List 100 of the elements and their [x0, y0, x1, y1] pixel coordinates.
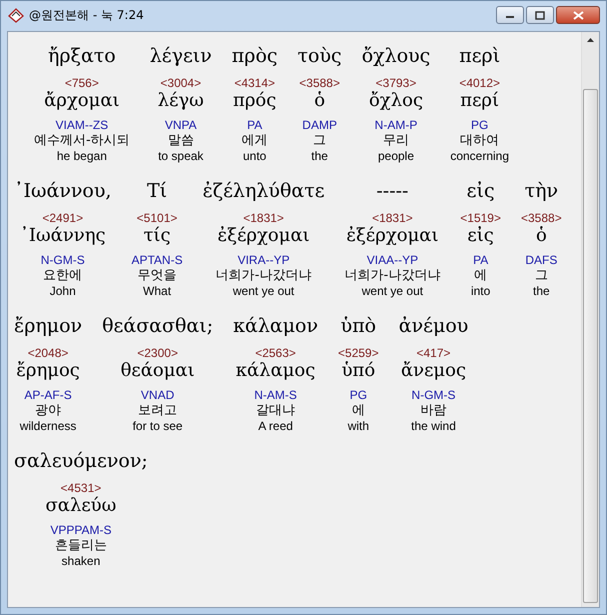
- greek-word: ἔρημον: [14, 314, 82, 339]
- parsing-code: VNAD: [140, 388, 174, 402]
- greek-word: περὶ: [459, 44, 500, 69]
- strong-number: <4012>: [459, 76, 500, 90]
- greek-word: Τί: [146, 179, 168, 204]
- korean-gloss: 너희가-나갔더냐: [344, 267, 440, 284]
- english-gloss: concerning: [450, 149, 510, 163]
- greek-word: ἤρξατο: [48, 44, 116, 69]
- strong-number: <5101>: [136, 211, 178, 225]
- greek-word: ἐζέληλύθατε: [202, 179, 325, 204]
- close-button[interactable]: [556, 6, 600, 24]
- greek-word: κάλαμον: [233, 314, 318, 339]
- strong-number: <4531>: [60, 481, 102, 495]
- lemma: θεάομαι: [120, 360, 195, 382]
- maximize-icon: [535, 10, 545, 20]
- close-icon: [572, 10, 584, 20]
- parsing-code: VIRA--YP: [238, 253, 290, 267]
- lemma: εἰς: [467, 225, 494, 247]
- lemma: περί: [460, 90, 500, 112]
- korean-gloss: 에: [474, 267, 488, 284]
- strong-number: <1831>: [372, 211, 413, 225]
- parsing-code: N-GM-S: [412, 388, 456, 402]
- greek-word: τοὺς: [298, 44, 342, 69]
- korean-gloss: 광야: [35, 402, 62, 419]
- greek-word: ἀνέμου: [398, 314, 468, 339]
- english-gloss: shaken: [62, 554, 100, 568]
- english-gloss: What: [143, 284, 172, 298]
- parsing-code: PA: [473, 253, 488, 267]
- strong-number: <756>: [64, 76, 99, 90]
- lemma: ᾽Ιωάννης: [20, 225, 106, 247]
- lemma: ὄχλος: [368, 90, 424, 112]
- lemma: ἐξέρχομαι: [218, 225, 310, 247]
- english-gloss: with: [348, 419, 370, 433]
- english-gloss: he began: [56, 149, 107, 163]
- parsing-code: VIAA--YP: [366, 253, 418, 267]
- korean-gloss: 요한에: [43, 267, 82, 284]
- lemma: ὑπό: [342, 360, 376, 382]
- korean-gloss: 대하여: [460, 132, 500, 149]
- english-gloss: wilderness: [20, 419, 76, 433]
- lemma: ἐξέρχομαι: [346, 225, 438, 247]
- greek-word: ᾽Ιωάννου,: [14, 179, 112, 204]
- english-gloss: unto: [242, 149, 266, 163]
- maximize-button[interactable]: [526, 6, 554, 24]
- strong-number: <3793>: [376, 76, 416, 90]
- parsing-code: PG: [350, 388, 368, 402]
- parsing-code: AP-AF-S: [24, 388, 72, 402]
- parsing-code: PG: [471, 118, 488, 132]
- greek-word: -----: [376, 179, 408, 204]
- parsing-code: VPPPAM-S: [50, 523, 112, 537]
- parsing-code: DAMP: [302, 118, 337, 132]
- parsing-code: APTAN-S: [131, 253, 183, 267]
- lemma: κάλαμος: [236, 360, 316, 382]
- parsing-code: VIAM--ZS: [56, 118, 108, 132]
- strong-number: <2491>: [42, 211, 84, 225]
- lemma: σαλεύω: [46, 495, 116, 517]
- greek-word: τὴν: [524, 179, 558, 204]
- scrollbar[interactable]: [581, 32, 599, 607]
- strong-number: <2563>: [255, 346, 296, 360]
- parsing-code: N-GM-S: [40, 253, 85, 267]
- lemma: πρός: [233, 90, 276, 112]
- korean-gloss: 에게: [242, 132, 268, 149]
- korean-gloss: 예수께서-하시되: [34, 132, 130, 149]
- lemma: ὁ: [536, 225, 547, 247]
- english-gloss: A reed: [258, 419, 293, 433]
- greek-word: εἰς: [466, 179, 495, 204]
- korean-gloss: 에: [352, 402, 365, 419]
- minimize-button[interactable]: [496, 6, 524, 24]
- english-gloss: people: [378, 149, 414, 163]
- korean-gloss: 바람: [420, 402, 447, 419]
- strong-number: <1519>: [460, 211, 501, 225]
- parsing-code: PA: [247, 118, 262, 132]
- english-gloss: went ye out: [232, 284, 294, 298]
- strong-number: <5259>: [338, 346, 379, 360]
- greek-word: ὑπὸ: [340, 314, 376, 339]
- strong-number: <417>: [416, 346, 451, 360]
- korean-gloss: 그: [313, 132, 326, 149]
- lemma: τίς: [143, 225, 171, 247]
- korean-gloss: 갈대냐: [256, 402, 296, 419]
- lemma: ὁ: [314, 90, 326, 112]
- korean-gloss: 그: [534, 267, 548, 284]
- lemma: ἄρχομαι: [44, 90, 120, 112]
- english-gloss: into: [470, 284, 490, 298]
- strong-number: <3588>: [299, 76, 340, 90]
- english-gloss: the: [533, 284, 550, 298]
- english-gloss: the: [311, 149, 328, 163]
- greek-word: ὄχλους: [362, 44, 430, 69]
- english-gloss: for to see: [132, 419, 183, 433]
- window-title: @원전본해 - 눅 7:24: [29, 6, 144, 24]
- strong-number: <4314>: [234, 76, 276, 90]
- english-gloss: the wind: [411, 419, 456, 433]
- korean-gloss: 말씀: [168, 132, 194, 149]
- korean-gloss: 흔들리는: [54, 537, 107, 554]
- lemma: ἄνεμος: [401, 360, 466, 382]
- scrollbar-thumb[interactable]: [583, 89, 598, 603]
- strong-number: <3588>: [521, 211, 562, 225]
- english-gloss: John: [50, 284, 76, 298]
- english-gloss: to speak: [158, 149, 204, 163]
- lemma: λέγω: [158, 90, 204, 112]
- greek-word: λέγειν: [150, 44, 212, 69]
- korean-gloss: 너희가-나갔더냐: [216, 267, 312, 284]
